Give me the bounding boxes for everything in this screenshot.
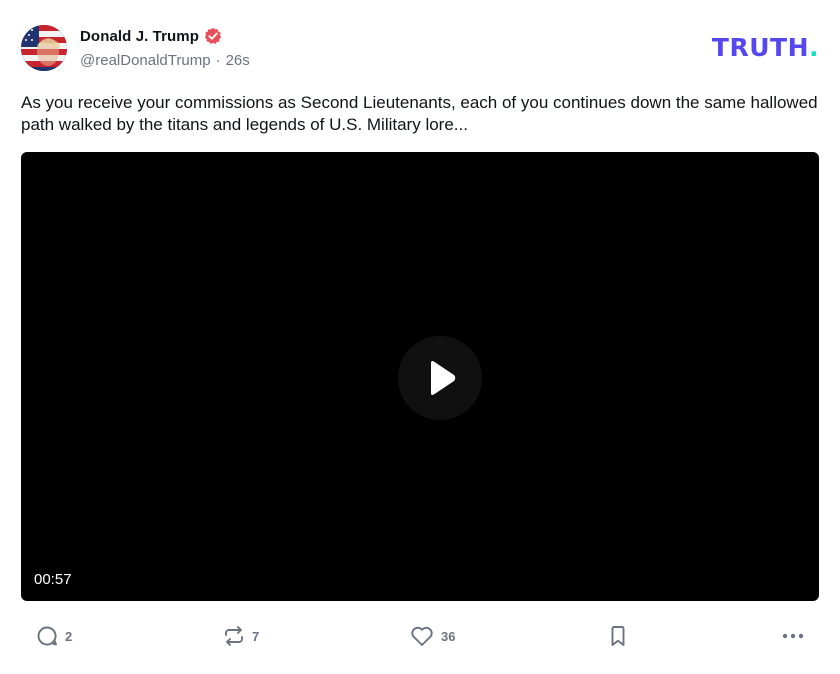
retruth-button[interactable]: 7: [222, 620, 259, 652]
reply-count: 2: [65, 628, 73, 644]
play-icon: [431, 361, 456, 395]
flag-portrait-avatar: [21, 25, 67, 71]
video-duration: 00:57: [34, 571, 72, 588]
author-row: Donald J. Trump: [80, 26, 222, 46]
comment-icon: [37, 626, 57, 646]
more-icon: [782, 633, 804, 639]
logo-dot: .: [809, 33, 819, 62]
retruth-count: 7: [252, 628, 260, 644]
post-body: As you receive your commissions as Secon…: [21, 93, 818, 134]
more-options-button[interactable]: [780, 620, 806, 652]
author-handle[interactable]: @realDonaldTrump: [80, 52, 211, 69]
handle-separator: ·: [215, 52, 221, 69]
handle-row: @realDonaldTrump · 26s: [80, 52, 250, 69]
author-name[interactable]: Donald J. Trump: [80, 28, 199, 45]
action-bar: 2 7 36: [0, 620, 840, 652]
truth-logo[interactable]: TRUTH.: [712, 34, 819, 62]
logo-text: TRUTH: [711, 33, 809, 62]
bookmark-icon: [611, 626, 625, 646]
avatar[interactable]: [21, 25, 67, 71]
bookmark-button[interactable]: [606, 620, 630, 652]
verified-badge-icon: [204, 27, 222, 45]
like-button[interactable]: 36: [409, 620, 455, 652]
repost-icon: [225, 626, 243, 646]
post-timestamp[interactable]: 26s: [226, 52, 250, 69]
heart-icon: [411, 626, 433, 646]
video-player[interactable]: 00:57: [21, 152, 819, 601]
like-count: 36: [441, 628, 456, 644]
truth-post: Donald J. Trump @realDonaldTrump · 26s T…: [0, 0, 840, 674]
reply-button[interactable]: 2: [35, 620, 72, 652]
play-button[interactable]: [398, 336, 482, 420]
